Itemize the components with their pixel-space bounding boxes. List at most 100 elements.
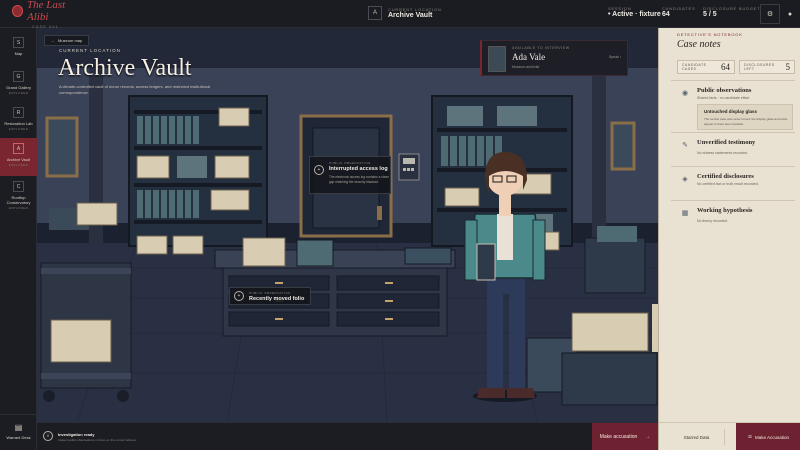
profile-button[interactable]: ● [780, 4, 800, 24]
witness-name: Ada Vale [512, 52, 546, 62]
chevron-down-icon: › [619, 55, 621, 59]
rail-item-restoration-lab[interactable]: R Restoration Lab EXPLORED [0, 102, 37, 140]
rail-status: EXPLORED [8, 127, 29, 131]
gear-icon: ⚙ [766, 11, 774, 18]
eye-icon: ◉ [681, 90, 689, 97]
witness-avatar [488, 46, 506, 72]
rail-key: A [13, 143, 24, 154]
scene-location-label: CURRENT LOCATION [59, 48, 121, 53]
make-accusation-panel-button[interactable]: ⚖ Make Accusation [736, 423, 800, 450]
disclosures-left-label: DISCLOSURES LEFT [744, 63, 775, 71]
current-location-value: Archive Vault [388, 12, 433, 19]
top-bar: The Last Alibi CASE 001 A CURRENT LOCATI… [0, 0, 800, 29]
section-unverified-testimony[interactable]: ✎ Unverified testimony No witness statem… [671, 132, 795, 162]
list-icon: ▦ [681, 210, 689, 217]
interview-card[interactable]: AVAILABLE TO INTERVIEW Ada Vale Museum a… [480, 40, 628, 76]
candidate-cases-box: CANDIDATE CASES 64 [677, 60, 735, 74]
section-title: Unverified testimony [697, 139, 756, 146]
left-shelves [128, 95, 268, 247]
candidate-cases-label: CANDIDATE CASES [682, 63, 707, 71]
candidates-stat: CANDIDATES 64 [662, 6, 695, 18]
session-stat: SESSION • Active · fixture [608, 6, 661, 18]
brand: The Last Alibi CASE 001 [0, 0, 84, 29]
notebook-title: Case notes [677, 39, 721, 50]
rail-key: G [13, 71, 24, 82]
warrant-desk-label: Warrant Desk [6, 435, 31, 440]
starred-label: Starred Data [683, 434, 710, 440]
brand-title: The Last Alibi [27, 0, 66, 23]
scene-location-description: A climate-controlled vault of donor reco… [59, 84, 211, 95]
observation-title: Untouched display glass [704, 109, 758, 114]
speak-button[interactable]: Speak › [609, 55, 621, 59]
section-title: Working hypothesis [697, 207, 753, 214]
section-subtitle: No witness statements recorded. [697, 151, 748, 155]
clue-title: Interrupted access log [329, 166, 388, 172]
section-subtitle: Shared facts · no candidate effect [697, 96, 750, 100]
rail-item-rooftop-conservatory[interactable]: C Rooftop Conservatory EXPLORED [0, 176, 37, 220]
speech-icon: ✎ [682, 142, 688, 149]
disclosures-left-value: 5 [785, 62, 791, 72]
status-description: Inspect public observations or focus on … [58, 438, 137, 442]
current-location-pill: A CURRENT LOCATION Archive Vault [368, 6, 442, 20]
clue-label: PUBLIC OBSERVATION [329, 161, 371, 165]
interview-label: AVAILABLE TO INTERVIEW [512, 46, 570, 50]
section-title: Public observations [697, 87, 752, 94]
warrant-desk-button[interactable]: ▤ Warrant Desk [0, 414, 37, 450]
museum-map-label: Museum map [58, 38, 83, 43]
document-icon: ▤ [14, 423, 23, 432]
witness-role: Museum archivist [512, 65, 540, 69]
clue-access-log[interactable]: + PUBLIC OBSERVATION Interrupted access … [309, 156, 391, 194]
rail-item-grand-gallery[interactable]: G Grand Gallery EXPLORED [0, 66, 37, 104]
section-subtitle: No certified fact or truth result record… [697, 182, 759, 186]
plus-icon: + [314, 165, 324, 175]
rail-item-archive-vault[interactable]: A Archive Vault EXPLORED [0, 138, 37, 176]
section-certified-disclosures[interactable]: ◈ Certified disclosures No certified fac… [671, 166, 795, 196]
section-subtitle: No theory recorded. [697, 219, 728, 223]
case-notebook: DETECTIVE'S NOTEBOOK Case notes CANDIDAT… [658, 28, 800, 422]
accuse-label: Make accusation [599, 434, 638, 440]
section-public-observations[interactable]: ◉ Public observations Shared facts · no … [671, 80, 795, 136]
rail-label: Map [14, 51, 23, 56]
user-icon: ● [787, 10, 793, 18]
arrow-right-icon: → [645, 434, 651, 440]
observation-desc: The central case was never forced; the d… [704, 117, 788, 126]
candidate-cases-value: 64 [721, 62, 730, 72]
rail-key: C [13, 181, 24, 192]
museum-map-button[interactable]: ← Museum map [44, 35, 90, 46]
disclosures-left-box: DISCLOSURES LEFT 5 [739, 60, 795, 74]
speak-label: Speak [608, 55, 619, 59]
rail-item-map[interactable]: S Map [0, 32, 37, 70]
observation-card[interactable]: Untouched display glass The central case… [697, 104, 793, 130]
rail-status: EXPLORED [8, 91, 29, 95]
rail-key: S [13, 37, 24, 48]
clue-description: The electronic access log contains a cle… [329, 175, 389, 184]
clue-title: Recently moved folio [249, 296, 305, 302]
status-bar: ⌕ Investigation ready Inspect public obs… [37, 422, 658, 450]
rail-label: Rooftop Conservatory [6, 195, 31, 205]
rail-key: R [13, 107, 24, 118]
gavel-icon: ⚖ [747, 434, 752, 439]
scene-location-title: Archive Vault [58, 55, 192, 81]
section-working-hypothesis[interactable]: ▦ Working hypothesis No theory recorded. [671, 200, 795, 230]
notebook-kicker: DETECTIVE'S NOTEBOOK [677, 32, 743, 37]
make-accusation-button[interactable]: Make accusation → [592, 423, 658, 450]
clue-label: PUBLIC OBSERVATION [249, 291, 291, 295]
make-accusation-label: Make Accusation [755, 434, 790, 440]
game-root: The Last Alibi CASE 001 A CURRENT LOCATI… [0, 0, 800, 450]
rail-label: Archive Vault [6, 157, 31, 162]
brand-logo-icon [12, 4, 23, 17]
location-key-badge: A [368, 6, 382, 20]
disclosure-value: 5 / 5 [703, 11, 717, 18]
plus-icon: + [234, 291, 244, 301]
rail-status: EXPLORED [8, 163, 29, 167]
notebook-footer: Starred Data ⚖ Make Accusation [658, 422, 800, 450]
location-rail: S Map G Grand Gallery EXPLORED R Restora… [0, 28, 37, 450]
status-title: Investigation ready [58, 432, 95, 437]
settings-button[interactable]: ⚙ [760, 4, 780, 24]
magnifier-icon: ⌕ [43, 431, 53, 441]
section-title: Certified disclosures [697, 173, 754, 180]
brand-title-row: The Last Alibi [12, 0, 84, 23]
starred-data-button[interactable]: Starred Data [669, 429, 725, 445]
session-value: • Active · fixture [608, 11, 661, 18]
clue-moved-folio[interactable]: + PUBLIC OBSERVATION Recently moved foli… [229, 287, 311, 305]
